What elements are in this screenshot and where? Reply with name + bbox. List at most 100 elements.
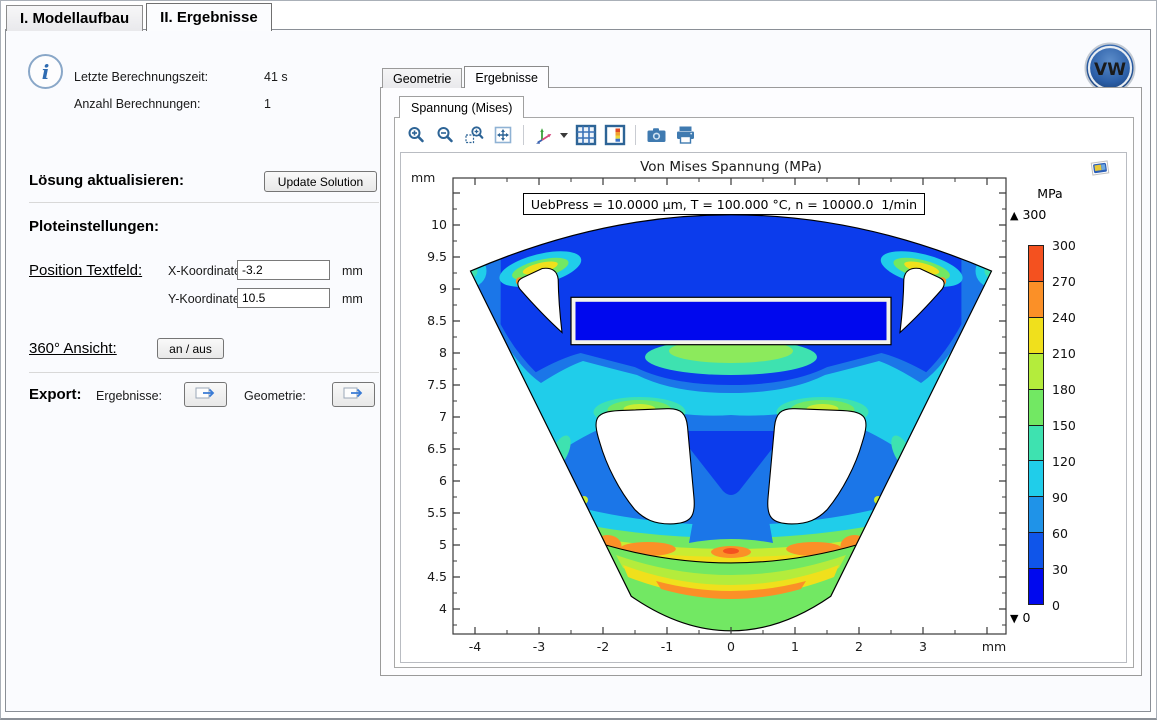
colorbar-band xyxy=(1029,353,1043,389)
zoom-extents-icon[interactable] xyxy=(492,124,514,146)
zoom-in-icon[interactable] xyxy=(405,124,427,146)
export-heading: Export: xyxy=(29,386,82,403)
stress-plot: Von Mises Spannung (MPa) mm xyxy=(401,153,1128,664)
x-coordinate-label: X-Koordinate: xyxy=(168,264,244,278)
x-axis-unit: mm xyxy=(982,639,1006,654)
computation-count-label: Anzahl Berechnungen: xyxy=(74,97,200,111)
divider xyxy=(29,202,379,203)
view-360-toggle-button[interactable]: an / aus xyxy=(157,338,224,359)
grid-toggle-icon[interactable] xyxy=(575,124,597,146)
colorbar-band xyxy=(1029,568,1043,604)
up-triangle-icon: ▲ xyxy=(1010,209,1018,222)
toolbar-separator xyxy=(523,125,524,145)
colorbar-tick-label: 300 xyxy=(1052,238,1086,253)
colorbar-band xyxy=(1029,389,1043,425)
colorbar-tick-label: 0 xyxy=(1052,598,1086,613)
export-geometry-button[interactable] xyxy=(332,382,375,407)
y-tick-label: 10 xyxy=(431,217,447,232)
x-tick-label: -3 xyxy=(533,639,545,654)
x-coordinate-input[interactable] xyxy=(237,260,330,280)
y-tick-label: 6.5 xyxy=(427,441,447,456)
zoom-box-icon[interactable] xyxy=(463,124,485,146)
colorbar xyxy=(1028,245,1044,605)
colorbar-band xyxy=(1029,317,1043,353)
colorbar-tick-label: 90 xyxy=(1052,490,1086,505)
graphics-toolbar xyxy=(405,121,696,149)
y-tick-label: 4 xyxy=(439,601,447,616)
tab-ergebnisse[interactable]: II. Ergebnisse xyxy=(146,3,272,31)
colorbar-unit: MPa xyxy=(1028,186,1072,201)
plot-settings-heading: Ploteinstellungen: xyxy=(29,218,159,235)
graphics-canvas[interactable]: Von Mises Spannung (MPa) mm xyxy=(400,152,1127,663)
x-tick-label: -1 xyxy=(661,639,673,654)
plot-window-icon[interactable] xyxy=(1089,157,1111,184)
colorbar-tick-label: 240 xyxy=(1052,310,1086,325)
toolbar-separator xyxy=(635,125,636,145)
info-icon: i xyxy=(28,54,63,89)
viewer-tabbar: Geometrie Ergebnisse xyxy=(382,66,549,88)
zoom-out-icon[interactable] xyxy=(434,124,456,146)
plot-tab-spannung-mises[interactable]: Spannung (Mises) xyxy=(399,96,524,118)
x-tick-label: 0 xyxy=(727,639,735,654)
y-tick-label: 9.5 xyxy=(427,249,447,264)
y-coordinate-label: Y-Koordinate: xyxy=(168,292,243,306)
svg-text:VW: VW xyxy=(1094,60,1126,80)
colorbar-min-marker: ▼ 0 xyxy=(1010,610,1030,625)
colorbar-band xyxy=(1029,246,1043,281)
y-tick-label: 8.5 xyxy=(427,313,447,328)
colorbar-tick-label: 30 xyxy=(1052,562,1086,577)
y-tick-label: 7 xyxy=(439,409,447,424)
viewer-tab-ergebnisse[interactable]: Ergebnisse xyxy=(464,66,549,88)
x-tick-label: 1 xyxy=(791,639,799,654)
snapshot-camera-icon[interactable] xyxy=(645,124,667,146)
last-computation-label: Letzte Berechnungszeit: xyxy=(74,70,208,84)
colorbar-band xyxy=(1029,532,1043,568)
colorbar-band xyxy=(1029,425,1043,461)
y-axis-unit: mm xyxy=(411,170,435,185)
colorbar-band xyxy=(1029,460,1043,496)
y-tick-label: 4.5 xyxy=(427,569,447,584)
parameter-annotation-box: UebPress = 10.0000 µm, T = 100.000 °C, n… xyxy=(523,193,925,215)
export-results-button[interactable] xyxy=(184,382,227,407)
export-icon xyxy=(195,386,217,403)
x-tick-label: 3 xyxy=(919,639,927,654)
computation-count-value: 1 xyxy=(264,97,271,111)
divider xyxy=(29,372,379,373)
y-axis-tick-labels: 109.598.587.576.565.554.54 xyxy=(427,217,447,616)
orientation-dropdown-caret[interactable] xyxy=(560,133,568,138)
last-computation-value: 41 s xyxy=(264,70,288,84)
colorbar-tick-label: 270 xyxy=(1052,274,1086,289)
legend-toggle-icon[interactable] xyxy=(604,124,626,146)
colorbar-tick-label: 210 xyxy=(1052,346,1086,361)
down-triangle-icon: ▼ xyxy=(1010,612,1018,625)
orientation-axes-icon[interactable] xyxy=(533,124,555,146)
colorbar-tick-label: 120 xyxy=(1052,454,1086,469)
y-tick-label: 7.5 xyxy=(427,377,447,392)
view-360-heading: 360° Ansicht: xyxy=(29,340,117,357)
y-coordinate-unit: mm xyxy=(342,292,363,306)
y-tick-label: 9 xyxy=(439,281,447,296)
text-position-heading: Position Textfeld: xyxy=(29,262,142,279)
print-icon[interactable] xyxy=(674,124,696,146)
colorbar-tick-label: 150 xyxy=(1052,418,1086,433)
viewer-tab-geometrie[interactable]: Geometrie xyxy=(382,68,462,88)
colorbar-band xyxy=(1029,281,1043,317)
x-tick-label: -2 xyxy=(597,639,609,654)
y-tick-label: 5 xyxy=(439,537,447,552)
results-panel: Spannung (Mises) xyxy=(380,87,1142,676)
export-results-label: Ergebnisse: xyxy=(96,389,162,403)
colorbar-max-marker: ▲ 300 xyxy=(1010,207,1046,222)
colorbar-tick-label: 60 xyxy=(1052,526,1086,541)
colorbar-band xyxy=(1029,496,1043,532)
y-tick-label: 8 xyxy=(439,345,447,360)
tab-modellaufbau[interactable]: I. Modellaufbau xyxy=(6,5,143,31)
update-solution-label: Lösung aktualisieren: xyxy=(29,172,184,189)
x-tick-label: 2 xyxy=(855,639,863,654)
y-tick-label: 5.5 xyxy=(427,505,447,520)
y-coordinate-input[interactable] xyxy=(237,288,330,308)
export-icon xyxy=(343,386,365,403)
x-axis-tick-labels: -4-3-2-10123 xyxy=(469,639,927,654)
main-tabbar: I. Modellaufbau II. Ergebnisse xyxy=(6,3,272,31)
plot-title: Von Mises Spannung (MPa) xyxy=(640,159,822,175)
update-solution-button[interactable]: Update Solution xyxy=(264,171,377,192)
